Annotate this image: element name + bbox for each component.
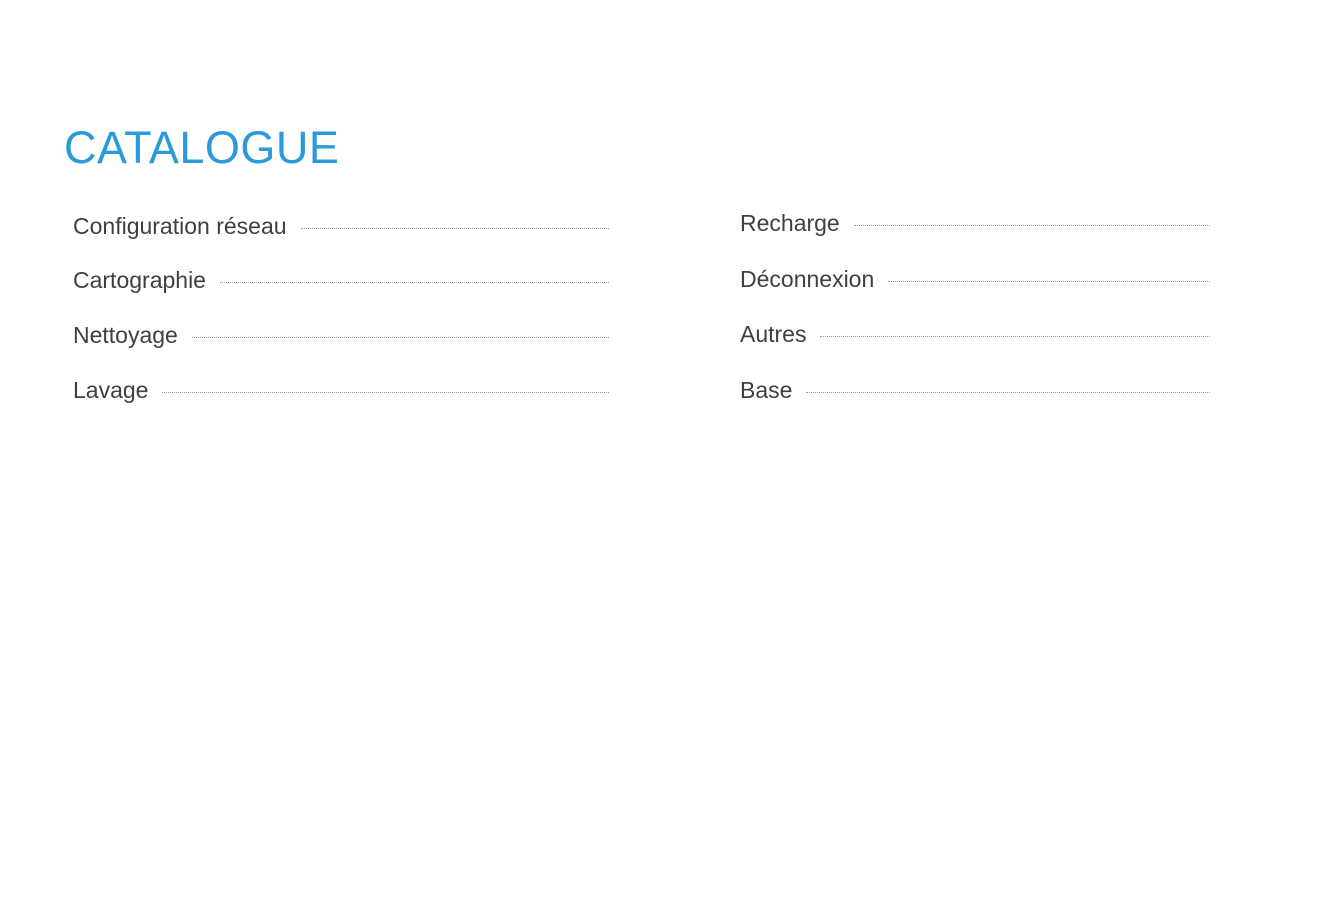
toc-entry-label: Autres <box>740 321 807 347</box>
toc-entry-label: Déconnexion <box>740 266 875 292</box>
toc-entry-lavage[interactable]: Lavage <box>73 373 609 407</box>
toc-entry-recharge[interactable]: Recharge <box>740 206 1210 240</box>
toc-entry-deconnexion[interactable]: Déconnexion <box>740 262 1210 296</box>
toc-dotted-leader <box>888 280 1210 282</box>
toc-entry-configuration-reseau[interactable]: Configuration réseau <box>73 209 609 243</box>
toc-dotted-leader <box>853 224 1210 226</box>
toc-entry-nettoyage[interactable]: Nettoyage <box>73 318 609 352</box>
toc-entry-autres[interactable]: Autres <box>740 317 1210 351</box>
toc-entry-label: Lavage <box>73 377 149 403</box>
toc-dotted-leader <box>191 336 609 338</box>
toc-entry-label: Cartographie <box>73 267 206 293</box>
toc-dotted-leader <box>806 391 1210 393</box>
toc-entry-cartographie[interactable]: Cartographie <box>73 263 609 297</box>
page-title: CATALOGUE <box>64 122 340 173</box>
toc-dotted-leader <box>162 391 609 393</box>
toc-dotted-leader <box>219 281 609 283</box>
toc-entry-base[interactable]: Base <box>740 373 1210 407</box>
toc-entry-label: Configuration réseau <box>73 213 287 239</box>
toc-entry-label: Nettoyage <box>73 322 178 348</box>
toc-dotted-leader <box>300 227 609 229</box>
toc-entry-label: Base <box>740 377 793 403</box>
toc-dotted-leader <box>820 335 1210 337</box>
toc-entry-label: Recharge <box>740 210 840 236</box>
